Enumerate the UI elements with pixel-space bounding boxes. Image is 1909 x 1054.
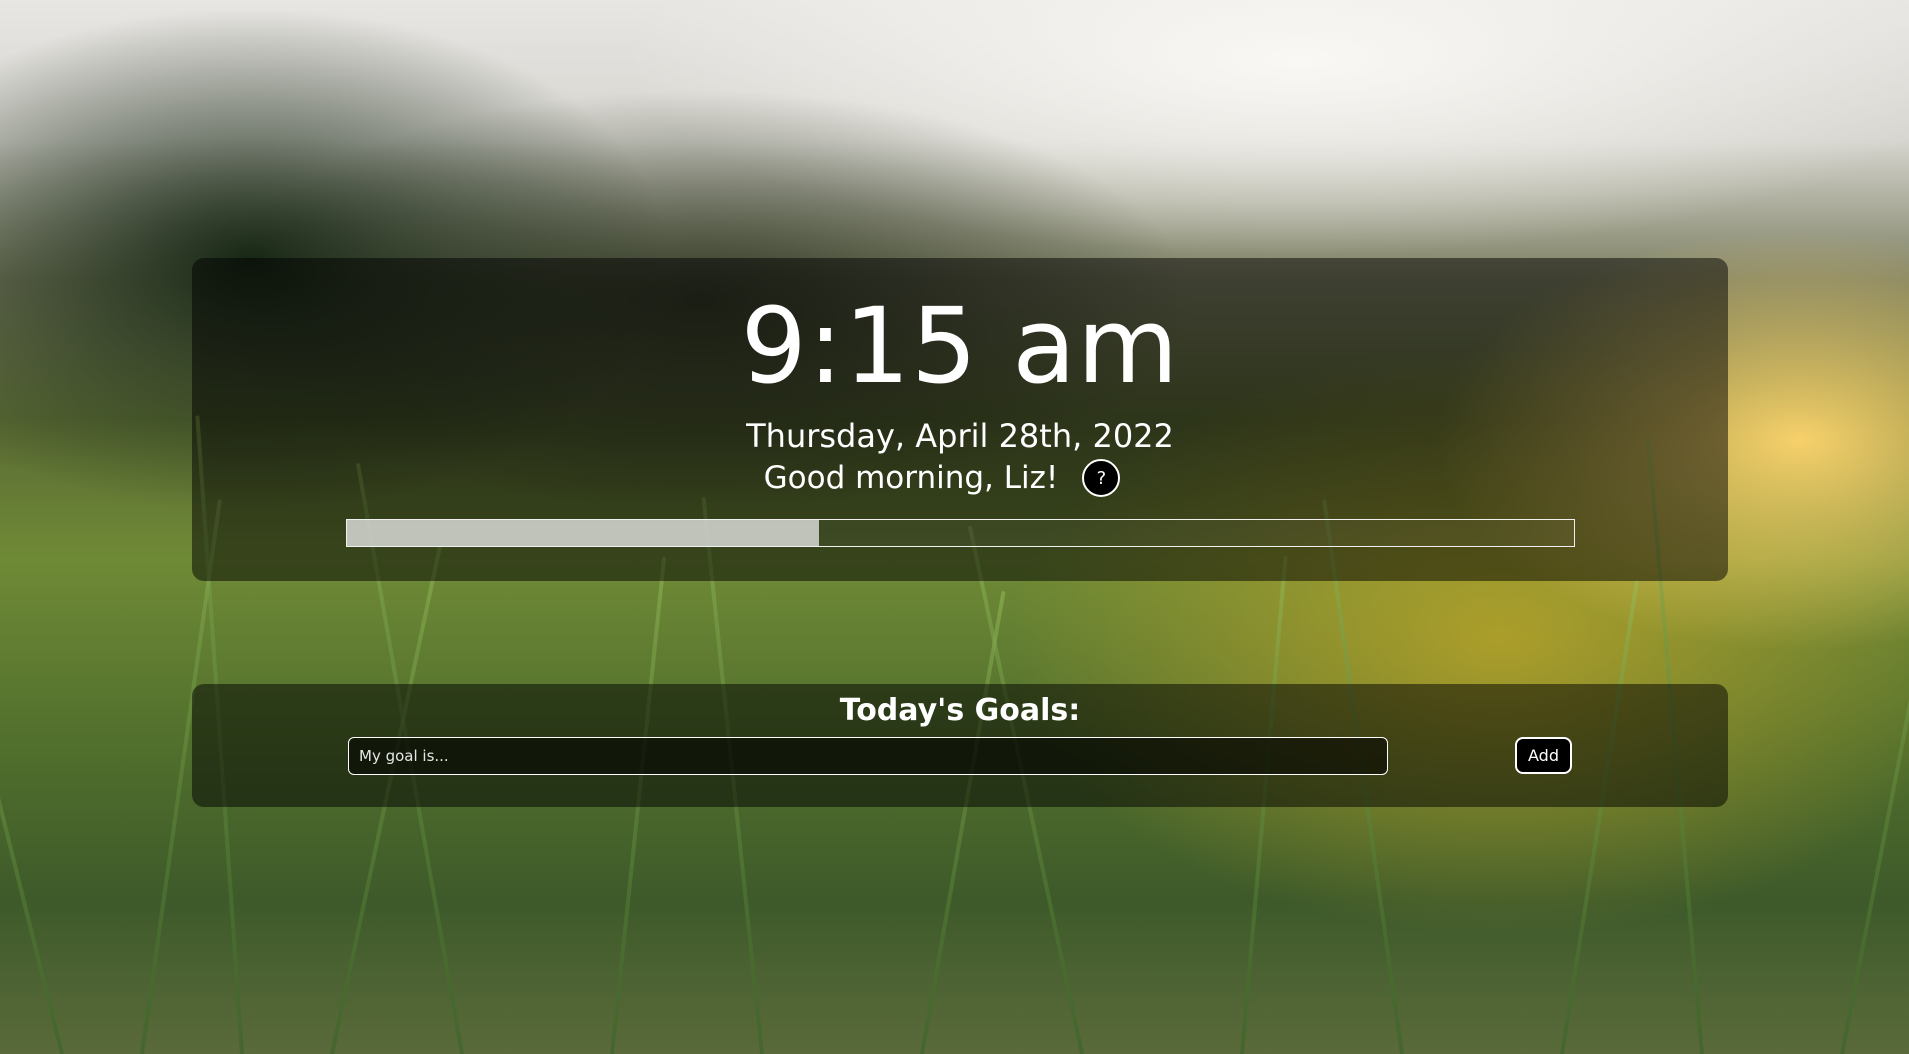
day-progress-fill [347, 520, 820, 546]
add-goal-button[interactable]: Add [1515, 737, 1572, 774]
clock-panel: 9:15 am Thursday, April 28th, 2022 Good … [192, 258, 1728, 581]
clock-time: 9:15 am [740, 285, 1180, 407]
grass-blade [920, 590, 1006, 1054]
grass-blade [1560, 579, 1640, 1054]
clock-date: Thursday, April 28th, 2022 [746, 417, 1174, 455]
help-button[interactable]: ? [1082, 459, 1121, 497]
goals-panel: Today's Goals: Add [192, 684, 1728, 807]
greeting-row: Good morning, Liz! ? [192, 456, 1728, 500]
grass-blade [1840, 523, 1909, 1054]
grass-blade [0, 587, 64, 1054]
goal-input[interactable] [348, 737, 1388, 775]
day-progress-bar [346, 519, 1575, 547]
greeting-text: Good morning, Liz! [763, 460, 1059, 496]
goals-title: Today's Goals: [839, 693, 1081, 728]
